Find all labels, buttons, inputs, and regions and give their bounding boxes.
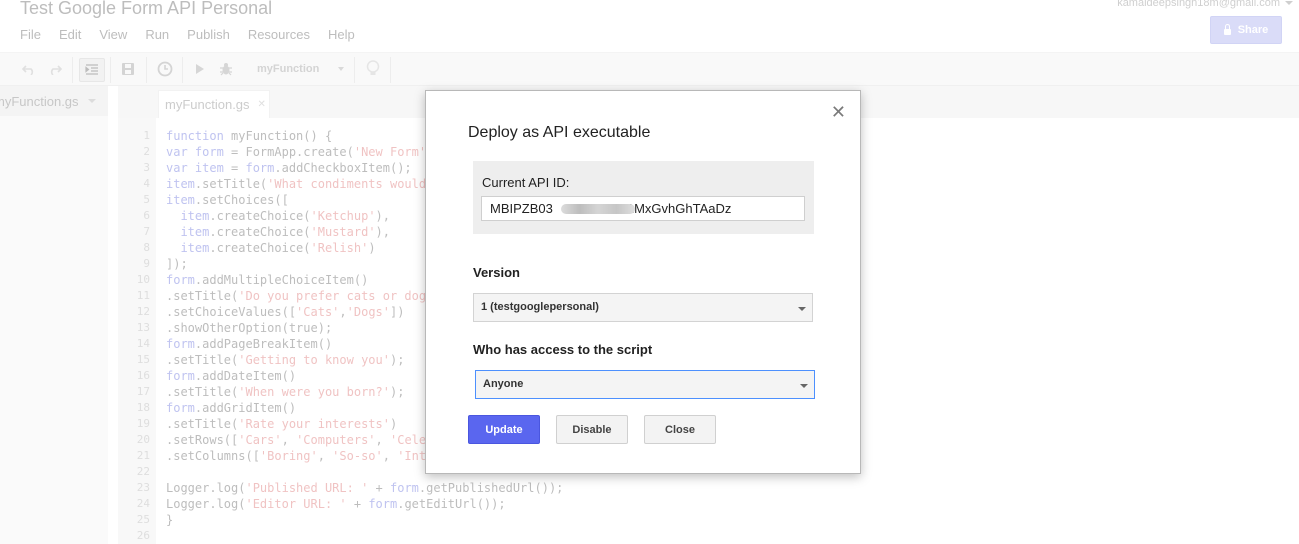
close-icon[interactable]: ✕ (831, 103, 846, 121)
version-label: Version (473, 265, 520, 280)
access-label: Who has access to the script (473, 342, 653, 357)
api-id-label: Current API ID: (482, 175, 570, 190)
deploy-api-dialog: ✕ Deploy as API executable Current API I… (425, 90, 861, 474)
api-id-prefix: MBIPZB03 (490, 201, 553, 216)
api-id-suffix: 1MxGvhGhTAaDz (626, 201, 732, 216)
version-select-value: 1 (testgooglepersonal) (481, 301, 599, 313)
dialog-title: Deploy as API executable (468, 124, 651, 141)
disable-button[interactable]: Disable (556, 415, 628, 444)
api-id-panel: Current API ID: MBIPZB03 1MxGvhGhTAaDz (473, 161, 814, 234)
access-select-value: Anyone (483, 378, 524, 390)
redacted-blur (561, 204, 635, 214)
api-id-field[interactable]: MBIPZB03 1MxGvhGhTAaDz (481, 196, 805, 221)
access-select[interactable]: Anyone (475, 370, 815, 399)
close-button[interactable]: Close (644, 415, 716, 444)
update-button[interactable]: Update (468, 415, 540, 444)
chevron-down-icon (798, 307, 806, 311)
version-select[interactable]: 1 (testgooglepersonal) (473, 293, 813, 322)
chevron-down-icon (800, 384, 808, 388)
